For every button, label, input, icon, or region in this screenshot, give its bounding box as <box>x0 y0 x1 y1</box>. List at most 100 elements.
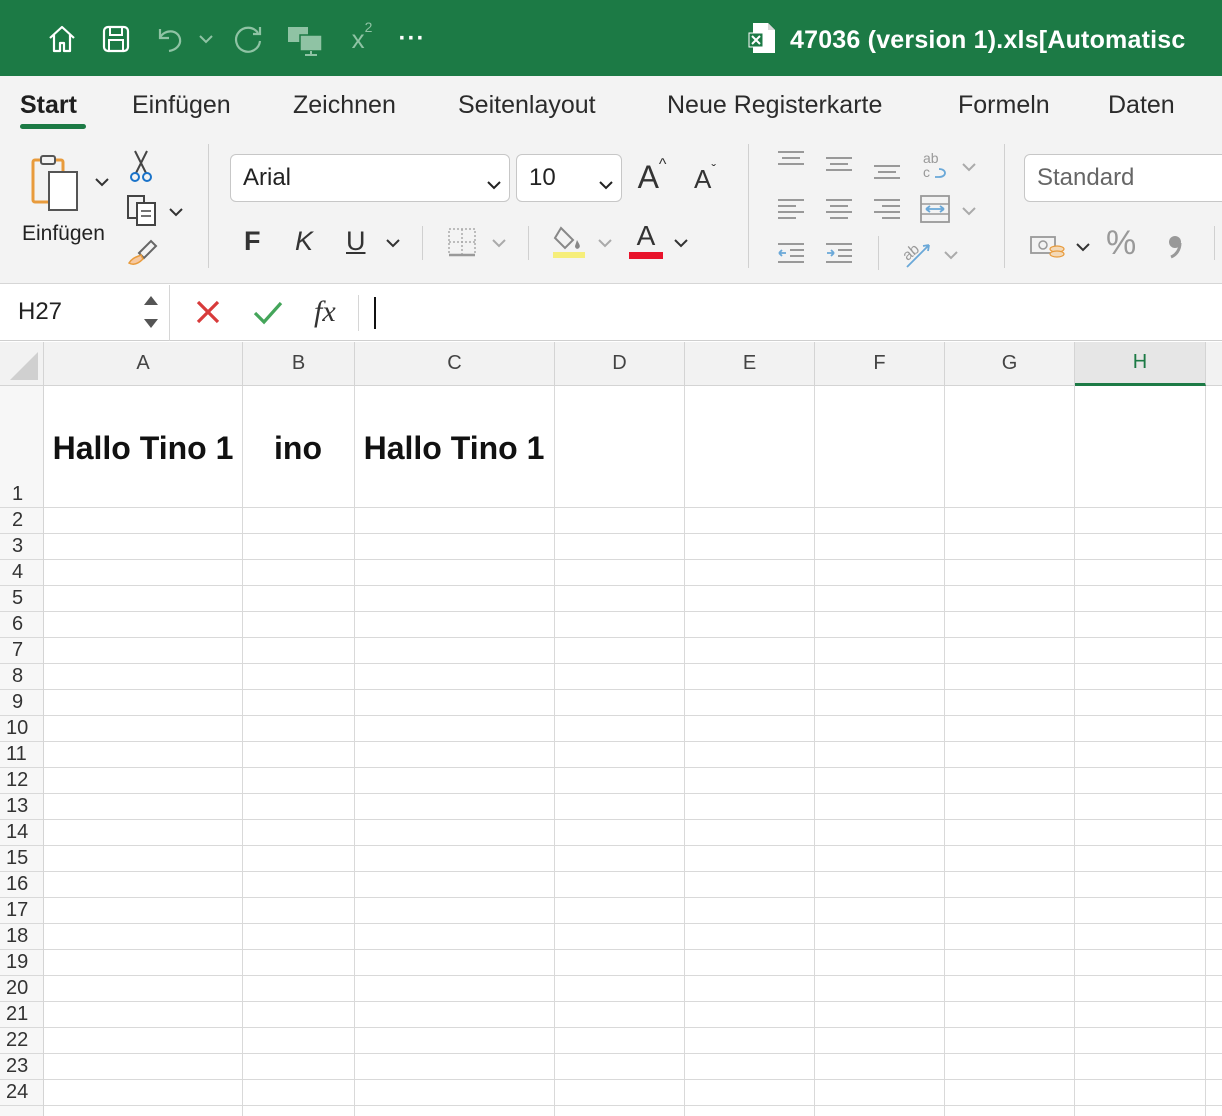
save-icon[interactable] <box>98 20 134 58</box>
column-header-c[interactable]: C <box>355 342 555 386</box>
decrease-indent-icon[interactable] <box>774 236 808 270</box>
percent-style-button[interactable]: % <box>1106 224 1136 263</box>
column-header-e[interactable]: E <box>685 342 815 386</box>
spreadsheet-grid[interactable]: A B C D E F G H 1 2 3 4 5 6 7 8 9 10 11 … <box>0 342 1222 1116</box>
copy-icon[interactable] <box>122 192 162 228</box>
column-header-partial[interactable] <box>1206 342 1222 386</box>
cell-area[interactable]: Hallo Tino 1 ino Hallo Tino 1 <box>44 386 1222 1116</box>
tab-formeln[interactable]: Formeln <box>958 91 1050 120</box>
tab-seitenlayout[interactable]: Seitenlayout <box>458 91 596 120</box>
underline-button[interactable]: U <box>346 226 366 257</box>
align-top-icon[interactable] <box>774 146 808 180</box>
row-header-19[interactable]: 19 <box>0 950 44 976</box>
column-header-g[interactable]: G <box>945 342 1075 386</box>
superscript-icon[interactable]: x2 <box>344 19 380 58</box>
row-header-3[interactable]: 3 <box>0 534 44 560</box>
tab-daten[interactable]: Daten <box>1108 91 1175 120</box>
text-orientation-icon[interactable]: ab <box>898 234 936 272</box>
row-header-16[interactable]: 16 <box>0 872 44 898</box>
merge-dropdown-icon[interactable] <box>960 202 978 220</box>
decrease-font-size-button[interactable]: Aˇ <box>688 160 722 198</box>
font-size-select[interactable]: 10 <box>516 154 622 202</box>
row-header-21[interactable]: 21 <box>0 1002 44 1028</box>
row-header-22[interactable]: 22 <box>0 1028 44 1054</box>
undo-icon[interactable] <box>152 20 188 58</box>
paste-dropdown-icon[interactable] <box>92 172 112 192</box>
close-icon[interactable] <box>194 298 222 331</box>
column-header-f[interactable]: F <box>815 342 945 386</box>
row-header-11[interactable]: 11 <box>0 742 44 768</box>
name-box[interactable]: H27 <box>0 285 170 341</box>
paste-label[interactable]: Einfügen <box>22 222 105 246</box>
row-header-13[interactable]: 13 <box>0 794 44 820</box>
row-header-14[interactable]: 14 <box>0 820 44 846</box>
fill-color-dropdown-icon[interactable] <box>596 234 614 252</box>
row-header-18[interactable]: 18 <box>0 924 44 950</box>
redo-icon[interactable] <box>230 20 266 58</box>
row-header-5[interactable]: 5 <box>0 586 44 612</box>
number-format-select[interactable]: Standard <box>1024 154 1222 202</box>
cut-icon[interactable] <box>126 148 156 184</box>
column-header-a[interactable]: A <box>44 342 243 386</box>
row-header-20[interactable]: 20 <box>0 976 44 1002</box>
check-icon[interactable] <box>252 298 284 331</box>
align-middle-icon[interactable] <box>822 148 856 182</box>
row-header-10[interactable]: 10 <box>0 716 44 742</box>
wrap-text-dropdown-icon[interactable] <box>960 158 978 176</box>
row-header-17[interactable]: 17 <box>0 898 44 924</box>
comma-style-icon[interactable] <box>1160 226 1190 264</box>
orientation-dropdown-icon[interactable] <box>942 246 960 264</box>
paste-icon[interactable] <box>26 152 90 214</box>
tab-einfuegen[interactable]: Einfügen <box>132 91 231 120</box>
align-center-icon[interactable] <box>822 192 856 226</box>
borders-icon[interactable] <box>444 224 480 260</box>
cell-c1[interactable]: Hallo Tino 1 <box>354 430 554 467</box>
row-header-1[interactable]: 1 <box>0 386 44 508</box>
align-left-icon[interactable] <box>774 192 808 226</box>
font-color-dropdown-icon[interactable] <box>672 234 690 252</box>
italic-button[interactable]: K <box>295 226 313 257</box>
merge-center-icon[interactable] <box>916 190 954 228</box>
name-box-stepper-icon[interactable] <box>142 293 160 336</box>
tab-zeichnen[interactable]: Zeichnen <box>293 91 396 120</box>
format-painter-icon[interactable] <box>124 234 160 270</box>
row-header-2[interactable]: 2 <box>0 508 44 534</box>
row-header-4[interactable]: 4 <box>0 560 44 586</box>
currency-dropdown-icon[interactable] <box>1074 238 1092 256</box>
copy-dropdown-icon[interactable] <box>166 202 186 222</box>
row-header-12[interactable]: 12 <box>0 768 44 794</box>
column-header-d[interactable]: D <box>555 342 685 386</box>
home-icon[interactable] <box>44 20 80 58</box>
underline-dropdown-icon[interactable] <box>384 234 402 252</box>
select-all-corner[interactable] <box>0 342 44 386</box>
presentation-icon[interactable] <box>284 20 326 58</box>
row-header-8[interactable]: 8 <box>0 664 44 690</box>
row-header-partial[interactable] <box>0 1106 44 1116</box>
bold-button[interactable]: F <box>244 226 261 257</box>
fill-color-icon[interactable] <box>550 220 588 260</box>
borders-dropdown-icon[interactable] <box>490 234 508 252</box>
row-header-15[interactable]: 15 <box>0 846 44 872</box>
align-bottom-icon[interactable] <box>870 152 904 186</box>
row-header-6[interactable]: 6 <box>0 612 44 638</box>
increase-font-size-button[interactable]: A ^ <box>632 156 672 198</box>
row-header-9[interactable]: 9 <box>0 690 44 716</box>
tab-start[interactable]: Start <box>20 91 77 120</box>
column-header-h[interactable]: H <box>1075 342 1206 386</box>
column-header-b[interactable]: B <box>243 342 355 386</box>
cell-b1[interactable]: ino <box>242 430 354 467</box>
currency-format-icon[interactable] <box>1028 230 1068 262</box>
row-header-23[interactable]: 23 <box>0 1054 44 1080</box>
more-icon[interactable]: ··· <box>394 20 430 58</box>
undo-dropdown-icon[interactable] <box>192 20 220 58</box>
insert-function-button[interactable]: fx <box>314 295 336 329</box>
increase-indent-icon[interactable] <box>822 236 856 270</box>
row-header-24[interactable]: 24 <box>0 1080 44 1106</box>
row-header-7[interactable]: 7 <box>0 638 44 664</box>
wrap-text-icon[interactable]: ab c <box>918 148 954 184</box>
tab-neue-registerkarte[interactable]: Neue Registerkarte <box>667 91 882 120</box>
font-color-button[interactable]: A <box>626 220 666 260</box>
font-family-select[interactable]: Arial <box>230 154 510 202</box>
align-right-icon[interactable] <box>870 192 904 226</box>
cell-a1[interactable]: Hallo Tino 1 <box>44 430 242 467</box>
